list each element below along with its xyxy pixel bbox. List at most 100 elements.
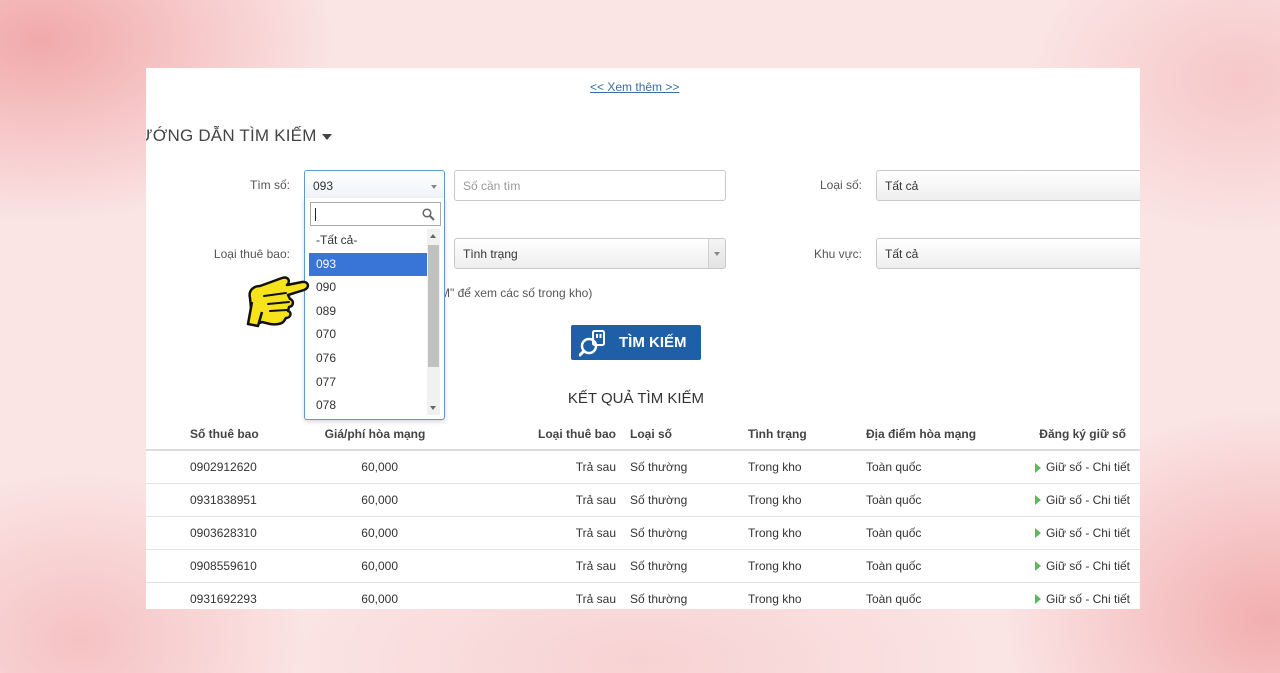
dropdown-option-selected[interactable]: 093 — [309, 252, 427, 277]
price-cell: 60,000 — [300, 582, 450, 609]
caret-down-icon — [321, 133, 332, 140]
dropdown-option[interactable]: 070 — [309, 323, 427, 347]
column-header-price: Giá/phí hòa mạng — [300, 418, 450, 451]
column-header-number: Số thuê bao — [190, 418, 300, 451]
type-cell: Trả sau — [450, 483, 630, 517]
location-cell: Toàn quốc — [866, 582, 1034, 609]
scroll-up-icon[interactable] — [430, 234, 436, 238]
khu-vuc-label: Khu vực: — [813, 247, 862, 261]
location-cell: Toàn quốc — [866, 450, 1034, 484]
dropdown-scrollbar[interactable] — [427, 229, 440, 415]
table-header-row: Số thuê bao Giá/phí hòa mạng Loại thuê b… — [146, 418, 1140, 451]
search-button-label: TÌM KIẾM — [619, 334, 687, 351]
price-cell: 60,000 — [300, 450, 450, 484]
dropdown-options: -Tất cả- 093 090 089 070 076 077 078 — [309, 229, 427, 418]
text-cursor — [315, 208, 316, 221]
hold-number-link[interactable]: Giữ số - Chi tiết — [1034, 516, 1140, 550]
hold-number-label: Giữ số - Chi tiết — [1045, 558, 1130, 573]
location-cell: Toàn quốc — [866, 549, 1034, 583]
type-cell: Trả sau — [450, 549, 630, 583]
status-select-value: Tình trạng — [463, 247, 518, 261]
scroll-thumb[interactable] — [428, 245, 439, 367]
kind-cell: Số thường — [630, 516, 748, 550]
dropdown-option[interactable]: 076 — [309, 347, 427, 371]
arrow-right-icon — [1034, 495, 1041, 506]
guide-toggle[interactable]: ƯỚNG DẪN TÌM KIẾM — [146, 126, 332, 146]
status-cell: Trong kho — [748, 450, 866, 484]
table-row: 0903628310 60,000 Trả sau Số thường Tron… — [146, 516, 1140, 550]
price-cell: 60,000 — [300, 549, 450, 583]
hold-number-label: Giữ số - Chi tiết — [1045, 492, 1130, 507]
type-cell: Trả sau — [450, 582, 630, 609]
status-cell: Trong kho — [748, 549, 866, 583]
status-cell: Trong kho — [748, 516, 866, 550]
number-type-select[interactable]: Tất cả — [876, 170, 1140, 201]
number-search-input[interactable]: Số cần tìm — [454, 170, 726, 201]
tim-so-label: Tìm số: — [249, 178, 290, 192]
column-header-blank — [146, 418, 190, 451]
kind-cell: Số thường — [630, 582, 748, 609]
table-row: 0908559610 60,000 Trả sau Số thường Tron… — [146, 549, 1140, 583]
chevron-down-icon — [431, 185, 437, 189]
table-row: 0931838951 60,000 Trả sau Số thường Tron… — [146, 483, 1140, 517]
search-hint: M" để xem các số trong kho) — [440, 286, 593, 300]
arrow-right-icon — [1034, 561, 1041, 572]
hold-number-label: Giữ số - Chi tiết — [1045, 525, 1130, 540]
search-button[interactable]: TÌM KIẾM — [571, 325, 701, 360]
prefix-select-value: 093 — [313, 179, 334, 193]
sim-search-icon — [578, 329, 607, 357]
column-header-register: Đăng ký giữ số — [1034, 418, 1140, 451]
results-title: KẾT QUẢ TÌM KIẾM — [567, 390, 705, 407]
dropdown-option[interactable]: 089 — [309, 300, 427, 324]
arrow-right-icon — [1034, 528, 1041, 539]
results-table: Số thuê bao Giá/phí hòa mạng Loại thuê b… — [146, 418, 1140, 609]
hold-number-label: Giữ số - Chi tiết — [1045, 459, 1130, 474]
type-cell: Trả sau — [450, 450, 630, 484]
kind-cell: Số thường — [630, 450, 748, 484]
status-select[interactable]: Tình trạng — [454, 238, 726, 269]
prefix-select[interactable]: 093 — [304, 170, 445, 199]
chevron-down-icon — [708, 239, 725, 268]
column-header-status: Tình trạng — [748, 418, 866, 451]
kind-cell: Số thường — [630, 549, 748, 583]
kind-cell: Số thường — [630, 483, 748, 517]
type-cell: Trả sau — [450, 516, 630, 550]
hold-number-label: Giữ số - Chi tiết — [1045, 591, 1130, 606]
loai-so-label: Loại số: — [819, 178, 862, 192]
see-more-link[interactable]: << Xem thêm >> — [590, 80, 679, 94]
price-cell: 60,000 — [300, 516, 450, 550]
loai-thue-bao-label: Loại thuê bao: — [213, 247, 290, 261]
dropdown-option[interactable]: -Tất cả- — [309, 229, 427, 253]
table-row: 0902912620 60,000 Trả sau Số thường Tron… — [146, 450, 1140, 484]
phone-number-link[interactable]: 0903628310 — [190, 516, 300, 550]
dropdown-search-input[interactable] — [310, 202, 441, 226]
status-cell: Trong kho — [748, 483, 866, 517]
location-cell: Toàn quốc — [866, 483, 1034, 517]
location-cell: Toàn quốc — [866, 516, 1034, 550]
region-select[interactable]: Tất cả — [876, 238, 1140, 269]
phone-number-link[interactable]: 0902912620 — [190, 450, 300, 484]
prefix-dropdown: -Tất cả- 093 090 089 070 076 077 078 — [304, 198, 445, 420]
column-header-number-type: Loại số — [630, 418, 748, 451]
status-cell: Trong kho — [748, 582, 866, 609]
column-header-location: Địa điểm hòa mạng — [866, 418, 1034, 451]
hold-number-link[interactable]: Giữ số - Chi tiết — [1034, 582, 1140, 609]
search-icon — [422, 208, 435, 221]
column-header-subscription-type: Loại thuê bao — [450, 418, 630, 451]
search-panel: << Xem thêm >> ƯỚNG DẪN TÌM KIẾM Tìm số:… — [146, 68, 1140, 609]
price-cell: 60,000 — [300, 483, 450, 517]
dropdown-option[interactable]: 077 — [309, 371, 427, 395]
guide-title: ƯỚNG DẪN TÌM KIẾM — [146, 126, 317, 145]
scroll-down-icon[interactable] — [430, 406, 436, 410]
phone-number-link[interactable]: 0931838951 — [190, 483, 300, 517]
hold-number-link[interactable]: Giữ số - Chi tiết — [1034, 549, 1140, 583]
arrow-right-icon — [1034, 462, 1041, 473]
phone-number-link[interactable]: 0931692293 — [190, 582, 300, 609]
hold-number-link[interactable]: Giữ số - Chi tiết — [1034, 483, 1140, 517]
table-row: 0931692293 60,000 Trả sau Số thường Tron… — [146, 582, 1140, 609]
dropdown-option[interactable]: 078 — [309, 394, 427, 418]
phone-number-link[interactable]: 0908559610 — [190, 549, 300, 583]
pointing-hand-icon — [246, 276, 310, 328]
dropdown-option[interactable]: 090 — [309, 276, 427, 300]
hold-number-link[interactable]: Giữ số - Chi tiết — [1034, 450, 1140, 484]
